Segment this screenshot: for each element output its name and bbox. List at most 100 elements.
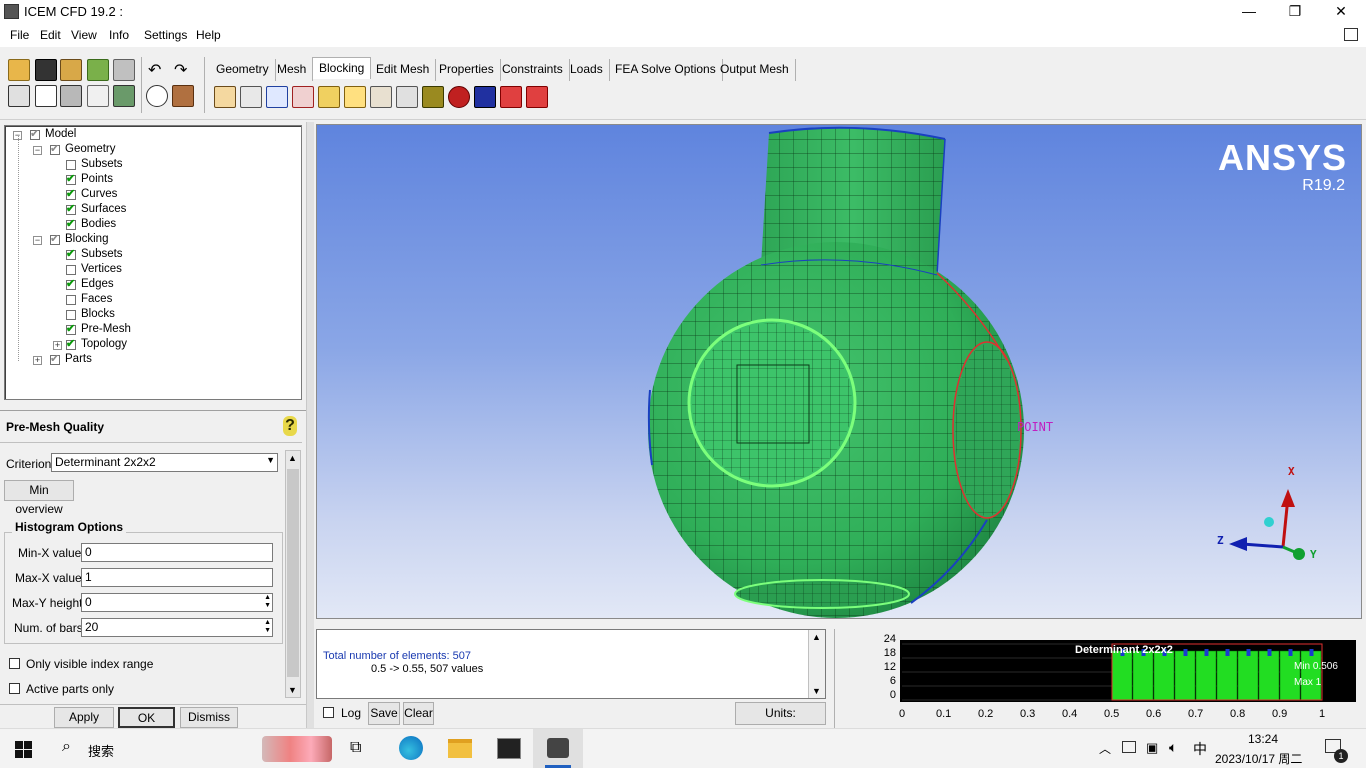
histogram-bar[interactable] bbox=[1174, 650, 1196, 701]
expand-icon[interactable]: + bbox=[33, 356, 42, 365]
tab-output-mesh[interactable]: Output Mesh bbox=[714, 59, 796, 81]
max-x-input[interactable]: 1 bbox=[81, 568, 273, 587]
histogram-bar[interactable] bbox=[1216, 650, 1238, 701]
tree-item[interactable]: Bodies bbox=[53, 217, 253, 233]
minimize-button[interactable]: — bbox=[1226, 0, 1272, 23]
graphics-viewport[interactable]: ANSYS R19.2 POINT X Y Z bbox=[316, 124, 1362, 619]
tree-item[interactable]: Vertices bbox=[53, 263, 253, 278]
icem-taskbar-button[interactable] bbox=[533, 729, 583, 768]
close-button[interactable]: ✕ bbox=[1318, 0, 1364, 23]
tree-item[interactable]: Points bbox=[53, 172, 253, 188]
tree-item[interactable]: Faces bbox=[53, 293, 253, 308]
open-blocking-icon[interactable] bbox=[87, 59, 109, 81]
task-view-icon[interactable]: ⧉ bbox=[350, 739, 361, 757]
scroll-up-icon[interactable]: ▲ bbox=[812, 632, 821, 642]
help-icon[interactable]: ? bbox=[283, 416, 297, 436]
delete-block-icon[interactable] bbox=[526, 86, 548, 108]
edit-edge-icon[interactable] bbox=[396, 86, 418, 108]
battery-icon[interactable] bbox=[1122, 741, 1136, 753]
merge-vertices-icon[interactable] bbox=[266, 86, 288, 108]
open-mesh-icon[interactable] bbox=[113, 59, 135, 81]
message-window[interactable]: Total number of elements: 507 0.5 -> 0.5… bbox=[316, 629, 826, 699]
fit-window-icon[interactable] bbox=[8, 85, 30, 107]
maximize-button[interactable]: ❐ bbox=[1272, 0, 1318, 23]
terminal-icon[interactable] bbox=[497, 738, 521, 759]
search-icon[interactable]: ⌕ bbox=[62, 738, 71, 756]
windows-start-icon[interactable] bbox=[15, 741, 32, 758]
tree-checkbox[interactable] bbox=[66, 337, 76, 350]
file-explorer-icon[interactable] bbox=[448, 739, 472, 758]
solid-display-icon[interactable] bbox=[172, 85, 194, 107]
tree-item[interactable]: Surfaces bbox=[53, 202, 253, 218]
tree-item[interactable]: Edges bbox=[53, 277, 253, 293]
tree-item[interactable]: Blocks bbox=[53, 308, 253, 323]
histogram-bar[interactable] bbox=[1300, 650, 1322, 701]
histogram-bar[interactable] bbox=[1111, 650, 1133, 701]
criterion-select[interactable]: Determinant 2x2x2 ▼ bbox=[51, 453, 278, 472]
split-block-icon[interactable] bbox=[240, 86, 262, 108]
tree-checkbox[interactable] bbox=[66, 172, 76, 185]
min-overview-button[interactable]: Min overview bbox=[4, 480, 74, 516]
save-log-button[interactable]: Save bbox=[368, 702, 400, 725]
scroll-down-icon[interactable]: ▼ bbox=[812, 686, 821, 696]
collapse-icon[interactable]: − bbox=[33, 146, 42, 155]
tab-edit-mesh[interactable]: Edit Mesh bbox=[370, 59, 437, 81]
clock-time[interactable]: 13:24 bbox=[1248, 732, 1278, 746]
message-scrollbar[interactable]: ▲ ▼ bbox=[808, 630, 825, 698]
tree-checkbox[interactable] bbox=[66, 295, 76, 305]
measure-distance-icon[interactable] bbox=[60, 85, 82, 107]
panel-scrollbar[interactable]: ▲ ▼ bbox=[285, 450, 301, 698]
menu-file[interactable]: File bbox=[10, 28, 29, 42]
tree-item[interactable]: + Parts bbox=[33, 352, 233, 368]
clear-log-button[interactable]: Clear bbox=[403, 702, 434, 725]
clock-date[interactable]: 2023/10/17 周二 bbox=[1215, 750, 1302, 767]
tree-item[interactable]: −Model bbox=[13, 127, 213, 143]
create-block-icon[interactable] bbox=[214, 86, 236, 108]
log-checkbox[interactable] bbox=[323, 707, 334, 718]
pre-mesh-params-icon[interactable] bbox=[422, 86, 444, 108]
menu-info[interactable]: Info bbox=[109, 28, 129, 42]
ime-indicator[interactable]: 中 bbox=[1193, 739, 1207, 759]
tab-constraints[interactable]: Constraints bbox=[496, 59, 570, 81]
dismiss-button[interactable]: Dismiss bbox=[180, 707, 238, 728]
scroll-thumb[interactable] bbox=[287, 469, 299, 677]
histogram-bar[interactable] bbox=[1258, 650, 1280, 701]
tree-checkbox[interactable] bbox=[30, 127, 40, 140]
save-icon[interactable] bbox=[35, 59, 57, 81]
max-y-spinner[interactable]: 0 ▲ ▼ bbox=[81, 593, 273, 612]
pre-mesh-smooth-icon[interactable] bbox=[474, 86, 496, 108]
check-blocks-icon[interactable] bbox=[500, 86, 522, 108]
tree-checkbox[interactable] bbox=[66, 217, 76, 230]
volume-icon[interactable]: 🔈︎ bbox=[1169, 739, 1177, 756]
histogram-bar[interactable] bbox=[1132, 650, 1154, 701]
tab-geometry[interactable]: Geometry bbox=[210, 59, 276, 81]
open-geometry-icon[interactable] bbox=[60, 59, 82, 81]
tree-checkbox[interactable] bbox=[50, 142, 60, 155]
tab-blocking[interactable]: Blocking bbox=[312, 57, 372, 79]
quality-histogram[interactable]: Determinant 2x2x2 Min 0.506 Max 1 bbox=[900, 640, 1356, 702]
zoom-box-icon[interactable] bbox=[35, 85, 57, 107]
tree-checkbox[interactable] bbox=[66, 202, 76, 215]
chevron-up-icon[interactable]: ︿ bbox=[1099, 740, 1111, 757]
undo-icon[interactable]: ↶ bbox=[148, 60, 161, 80]
measure-angle-icon[interactable] bbox=[87, 85, 109, 107]
tab-properties[interactable]: Properties bbox=[433, 59, 501, 81]
tree-item[interactable]: Subsets bbox=[53, 158, 253, 173]
only-visible-checkbox[interactable] bbox=[9, 658, 20, 669]
open-icon[interactable] bbox=[8, 59, 30, 81]
menu-settings[interactable]: Settings bbox=[144, 28, 187, 42]
tree-item[interactable]: + Topology bbox=[53, 337, 253, 353]
tab-loads[interactable]: Loads bbox=[564, 59, 610, 81]
histogram-bar[interactable] bbox=[1153, 650, 1175, 701]
collapse-icon[interactable]: − bbox=[33, 236, 42, 245]
apply-button[interactable]: Apply bbox=[54, 707, 114, 728]
units-button[interactable]: Units: millimeters bbox=[735, 702, 826, 741]
scroll-up-icon[interactable]: ▲ bbox=[288, 453, 297, 463]
menu-help[interactable]: Help bbox=[196, 28, 221, 42]
tree-item[interactable]: − Blocking bbox=[33, 232, 233, 248]
refresh-icon[interactable] bbox=[113, 85, 135, 107]
edit-block-icon[interactable] bbox=[292, 86, 314, 108]
tree-item[interactable]: Subsets bbox=[53, 247, 253, 263]
spinner-arrows-icon[interactable]: ▲ ▼ bbox=[264, 619, 271, 635]
min-x-input[interactable]: 0 bbox=[81, 543, 273, 562]
